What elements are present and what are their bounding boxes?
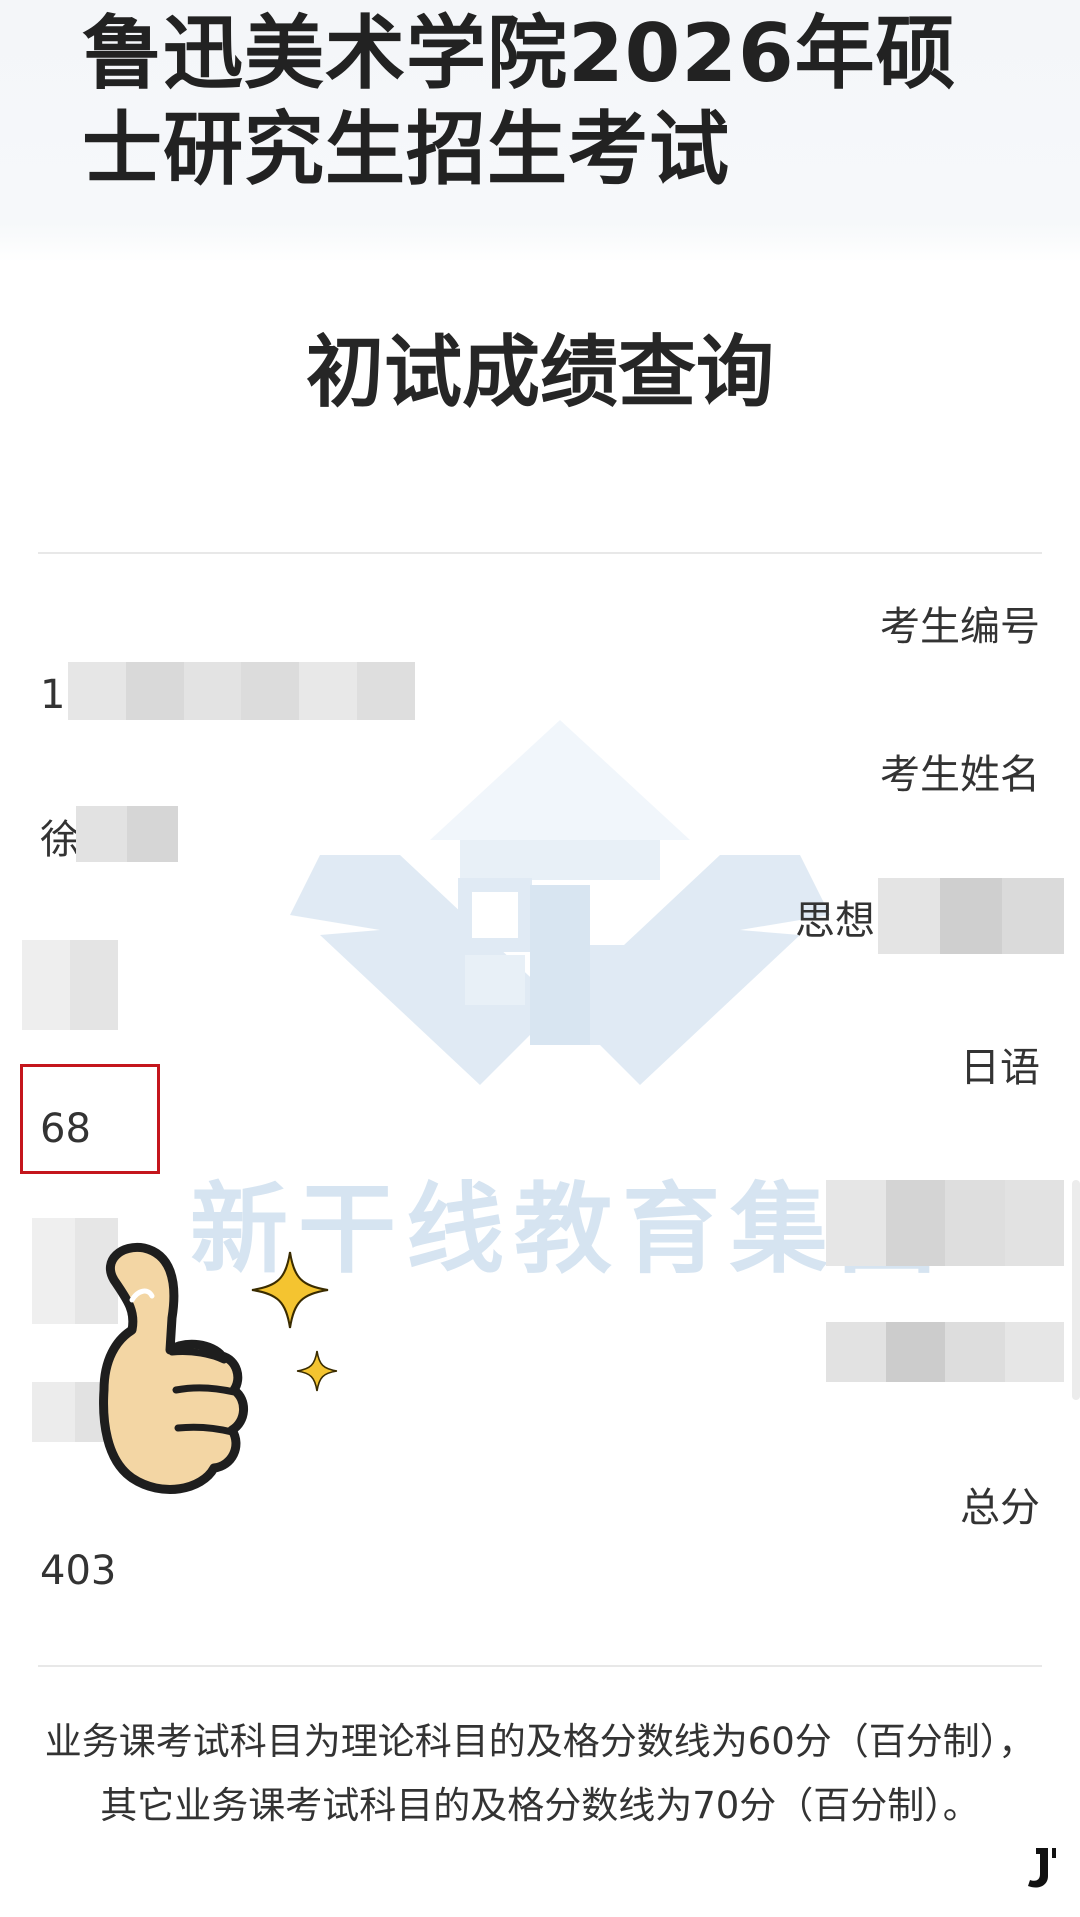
corner-logo-icon: [1028, 1848, 1056, 1888]
japanese-label: 日语: [960, 1045, 1040, 1091]
exam-id-blur: [68, 662, 415, 720]
name-value: 徐: [40, 817, 80, 863]
header-banner: 鲁迅美术学院2026年硕士研究生招生考试: [0, 0, 1080, 262]
politics-label: 思想: [795, 898, 875, 944]
name-label: 考生姓名: [880, 752, 1040, 798]
watermark-logo-icon: [290, 720, 830, 1085]
bottom-divider: [38, 1665, 1042, 1667]
subject4-label-blur: [826, 1322, 1064, 1382]
total-score-value: 403: [40, 1548, 117, 1594]
name-blur: [76, 806, 178, 862]
passing-score-note: 业务课考试科目为理论科目的及格分数线为60分（百分制），其它业务课考试科目的及格…: [44, 1720, 1036, 1827]
school-exam-title: 鲁迅美术学院2026年硕士研究生招生考试: [82, 7, 957, 196]
total-score-label: 总分: [960, 1485, 1040, 1531]
page-title: 初试成绩查询: [305, 328, 774, 418]
top-divider: [38, 552, 1042, 554]
subject3-label-blur: [826, 1180, 1064, 1266]
score-query-page: 鲁迅美术学院2026年硕士研究生招生考试 初试成绩查询 新干线教育集团 考生编号…: [0, 0, 1080, 1917]
sparkle-icon: [251, 1251, 329, 1329]
scrollbar[interactable]: [1072, 1180, 1080, 1400]
sparkle-icon: [296, 1350, 338, 1392]
exam-id-label: 考生编号: [880, 604, 1040, 650]
politics-label-blur: [878, 878, 1064, 954]
japanese-score: 68: [40, 1106, 91, 1152]
politics-score-blur: [22, 940, 118, 1030]
